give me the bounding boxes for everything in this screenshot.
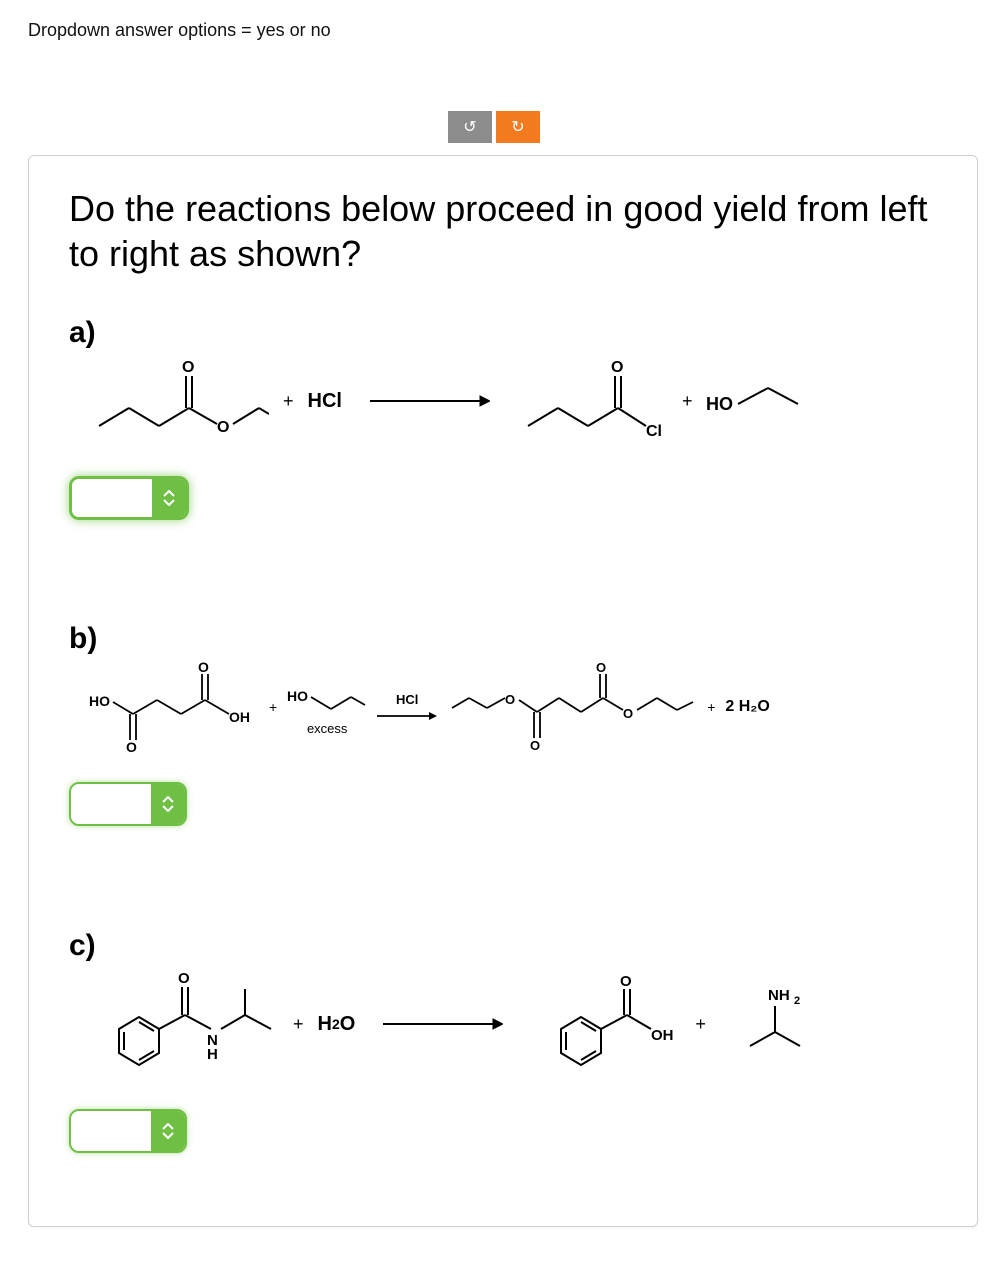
reagent-propanol-excess: HO excess: [287, 679, 367, 736]
svg-text:O: O: [505, 692, 515, 707]
question-text: Do the reactions below proceed in good y…: [69, 186, 937, 276]
dropdown-b-value: [71, 784, 151, 824]
redo-button[interactable]: ↻: [496, 111, 540, 143]
svg-text:O: O: [126, 739, 137, 752]
dropdown-b-toggle[interactable]: [151, 784, 185, 824]
plus-icon: +: [676, 391, 699, 412]
molecule-ester-reactant: O O: [89, 356, 269, 446]
svg-text:OH: OH: [229, 709, 250, 725]
svg-text:O: O: [178, 970, 190, 987]
molecule-diester: O O O O: [447, 662, 697, 752]
undo-button[interactable]: ↺: [448, 111, 492, 143]
svg-text:OH: OH: [651, 1027, 674, 1044]
chevron-down-icon: [163, 499, 175, 506]
svg-text:HO: HO: [706, 394, 733, 414]
part-c-label: c): [69, 929, 937, 963]
svg-text:O: O: [530, 738, 540, 752]
reaction-c: O N H + H2O: [89, 969, 937, 1079]
molecule-amide: O N H: [89, 969, 279, 1079]
molecule-diacid: HO O O OH: [89, 662, 259, 752]
chevron-down-icon: [162, 1132, 174, 1139]
svg-text:HO: HO: [287, 688, 308, 704]
plus-icon: +: [287, 1014, 310, 1035]
svg-text:O: O: [596, 662, 606, 675]
svg-text:O: O: [217, 419, 229, 436]
dropdown-b[interactable]: [69, 782, 187, 826]
plus-icon: +: [277, 391, 300, 412]
part-b-label: b): [69, 622, 937, 656]
excess-label: excess: [307, 721, 347, 736]
product-water: 2 H₂O: [725, 698, 769, 716]
svg-text:HO: HO: [89, 693, 110, 709]
molecule-benzoic-acid: O OH: [531, 974, 681, 1074]
chevron-down-icon: [162, 805, 174, 812]
toolbar: ↺ ↻: [448, 111, 978, 143]
svg-text:H: H: [207, 1046, 218, 1063]
svg-text:O: O: [620, 974, 632, 990]
dropdown-c[interactable]: [69, 1109, 187, 1153]
question-card: Do the reactions below proceed in good y…: [28, 155, 978, 1227]
svg-text:O: O: [198, 662, 209, 675]
molecule-acyl-chloride: O Cl: [518, 356, 668, 446]
reagent-hcl: HCl: [308, 390, 342, 413]
plus-icon: +: [701, 699, 721, 715]
plus-icon: +: [263, 699, 283, 715]
chevron-up-icon: [162, 796, 174, 803]
part-c: c): [69, 929, 937, 1156]
svg-text:O: O: [623, 706, 633, 721]
dropdown-a-value: [72, 479, 152, 517]
molecule-ethanol: HO: [706, 376, 806, 426]
arrow-with-hcl: HCl: [377, 692, 437, 723]
plus-icon: +: [689, 1014, 712, 1035]
chevron-up-icon: [162, 1123, 174, 1130]
svg-text:O: O: [611, 359, 623, 376]
instruction-text: Dropdown answer options = yes or no: [28, 20, 978, 41]
svg-text:O: O: [182, 359, 194, 376]
undo-icon: ↺: [463, 117, 476, 137]
svg-text:Cl: Cl: [646, 423, 662, 440]
hcl-over-arrow: HCl: [396, 692, 418, 707]
dropdown-a[interactable]: [69, 476, 189, 520]
dropdown-c-toggle[interactable]: [151, 1111, 185, 1151]
part-a-label: a): [69, 316, 937, 350]
reagent-water: H2O: [318, 1013, 356, 1036]
dropdown-c-value: [71, 1111, 151, 1151]
molecule-isopropylamine: NH 2: [720, 984, 810, 1064]
part-a: a) O O: [69, 316, 937, 522]
svg-text:2: 2: [794, 995, 800, 1007]
part-b: b) HO O: [69, 622, 937, 829]
redo-icon: ↻: [511, 117, 524, 137]
svg-text:NH: NH: [768, 987, 790, 1004]
arrow-icon: [383, 1014, 503, 1034]
reaction-a: O O + HCl: [89, 356, 937, 446]
chevron-up-icon: [163, 490, 175, 497]
arrow-icon: [370, 391, 490, 411]
reaction-b: HO O O OH: [89, 662, 937, 752]
dropdown-a-toggle[interactable]: [152, 479, 186, 517]
